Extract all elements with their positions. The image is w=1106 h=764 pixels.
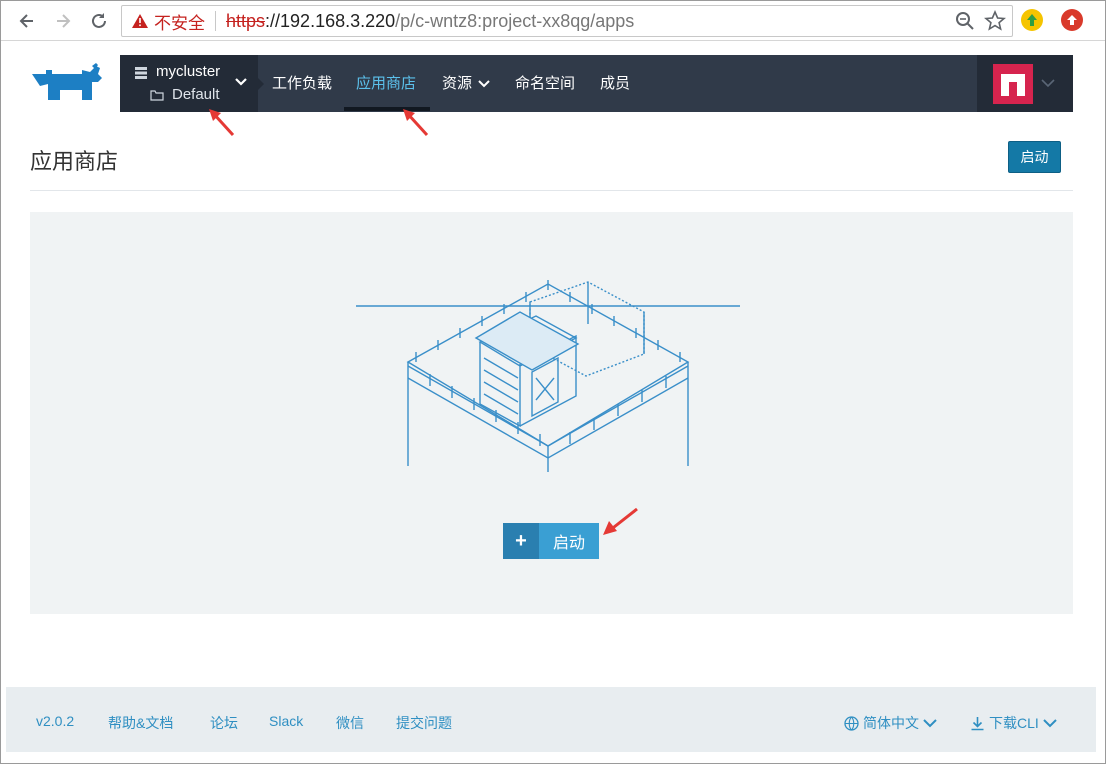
chevron-down-icon <box>923 718 937 727</box>
forward-arrow-icon <box>57 14 71 28</box>
annotation-arrow-icon <box>209 109 235 137</box>
help-docs-link[interactable]: 帮助&文档 <box>108 713 173 733</box>
tab-workloads[interactable]: 工作负载 <box>272 55 332 112</box>
url-path: /p/c-wntz8:project-xx8qg/apps <box>395 10 635 31</box>
language-label: 简体中文 <box>863 715 919 731</box>
browser-toolbar: 不安全 https://192.168.3.220/p/c-wntz8:proj… <box>1 1 1105 41</box>
launch-button[interactable]: 启动 <box>1008 141 1061 173</box>
back-button[interactable] <box>13 7 41 35</box>
tab-resources-label: 资源 <box>442 75 473 92</box>
bookmark-star-icon[interactable] <box>984 10 1006 32</box>
folder-icon <box>150 90 164 101</box>
cluster-project-switcher[interactable]: mycluster Default <box>120 55 258 112</box>
version-link[interactable]: v2.0.2 <box>36 713 74 729</box>
url-host: ://192.168.3.220 <box>265 10 396 31</box>
rancher-logo-icon[interactable] <box>30 62 110 102</box>
extension-upload-icon[interactable] <box>1061 9 1083 31</box>
back-arrow-icon <box>19 14 33 28</box>
rancher-app: mycluster Default 工作负载 应用商店 资源 命名空间 成员 应… <box>6 42 1096 752</box>
forum-link[interactable]: 论坛 <box>210 713 238 733</box>
plus-icon: + <box>503 523 539 559</box>
page-title: 应用商店 <box>30 149 119 174</box>
empty-state-panel: + 启动 <box>30 212 1073 614</box>
project-name: Default <box>172 86 220 103</box>
tab-catalog-apps[interactable]: 应用商店 <box>356 55 416 112</box>
footer: v2.0.2 帮助&文档 论坛 Slack 微信 提交问题 简体中文 下载CLI <box>6 687 1096 752</box>
zoom-icon[interactable] <box>954 10 976 32</box>
top-navigation: mycluster Default 工作负载 应用商店 资源 命名空间 成员 <box>120 55 1073 112</box>
chevron-down-icon <box>235 78 247 86</box>
download-cli-label: 下载CLI <box>989 715 1039 731</box>
server-icon <box>135 67 147 79</box>
url-actions <box>954 10 1006 32</box>
tab-resources[interactable]: 资源 <box>442 55 490 112</box>
extension-green-icon[interactable] <box>1021 9 1043 31</box>
annotation-arrow-icon <box>603 507 638 535</box>
file-issue-link[interactable]: 提交问题 <box>396 713 452 733</box>
url-scheme: https <box>226 10 266 31</box>
wechat-link[interactable]: 微信 <box>336 713 364 733</box>
globe-icon <box>844 715 859 731</box>
switcher-pointer <box>258 78 264 90</box>
download-cli-selector[interactable]: 下载CLI <box>970 713 1057 733</box>
address-bar[interactable]: 不安全 https://192.168.3.220/p/c-wntz8:proj… <box>121 5 1013 37</box>
reload-icon <box>92 13 106 28</box>
forward-button[interactable] <box>49 7 77 35</box>
chevron-down-icon <box>1041 79 1055 88</box>
url-separator <box>215 11 216 31</box>
download-icon <box>971 716 984 730</box>
empty-launch-button[interactable]: + 启动 <box>503 523 599 559</box>
chevron-down-icon <box>478 79 490 87</box>
security-label: 不安全 <box>154 13 205 33</box>
reload-button[interactable] <box>85 7 113 35</box>
browser-window: 不安全 https://192.168.3.220/p/c-wntz8:proj… <box>0 0 1106 764</box>
security-indicator[interactable]: 不安全 <box>122 6 205 36</box>
header-divider <box>30 190 1073 191</box>
user-menu[interactable] <box>977 55 1073 112</box>
language-selector[interactable]: 简体中文 <box>844 713 937 733</box>
tab-members[interactable]: 成员 <box>600 55 630 112</box>
warning-icon <box>132 14 148 28</box>
cluster-name: mycluster <box>156 63 221 80</box>
tab-namespaces[interactable]: 命名空间 <box>515 55 575 112</box>
farm-illustration <box>356 280 740 472</box>
avatar <box>993 64 1033 104</box>
annotation-arrow-icon <box>403 109 429 137</box>
slack-link[interactable]: Slack <box>269 713 303 729</box>
chevron-down-icon <box>1043 718 1057 727</box>
empty-launch-label: 启动 <box>552 535 585 552</box>
